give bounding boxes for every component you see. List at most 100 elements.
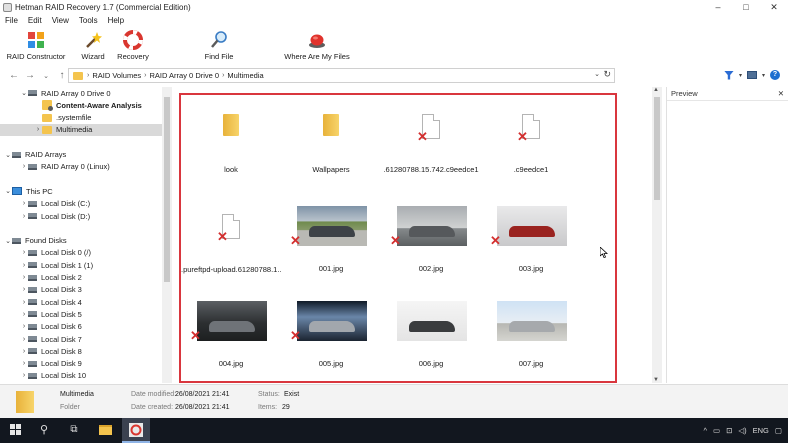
scroll-down-icon[interactable]: ▼ (653, 377, 659, 383)
image-thumbnail (197, 301, 267, 341)
refresh-icon[interactable]: ↻ (603, 69, 611, 80)
path-field[interactable]: › RAID Volumes › RAID Array 0 Drive 0 › … (68, 68, 615, 83)
chevron-right-icon[interactable]: › (20, 262, 28, 269)
tree-item[interactable]: › Local Disk 2 (0, 272, 162, 284)
history-dropdown-icon[interactable]: ⌄ (38, 72, 54, 80)
close-icon[interactable]: ✕ (778, 89, 784, 98)
menu-tools[interactable]: Tools (74, 16, 103, 25)
menu-file[interactable]: File (0, 16, 23, 25)
tree-item[interactable]: › Multimedia (0, 123, 162, 136)
file-explorer-icon[interactable] (97, 422, 113, 438)
close-button[interactable]: ✕ (760, 0, 788, 14)
find-file-button[interactable]: Find File (199, 27, 239, 64)
scroll-up-icon[interactable]: ▲ (653, 87, 659, 93)
view-mode-icon[interactable] (746, 71, 757, 79)
breadcrumb-raid-volumes[interactable]: RAID Volumes (89, 71, 144, 80)
tree-item[interactable]: › Local Disk 9 (0, 358, 162, 370)
maximize-button[interactable]: □ (732, 0, 760, 14)
chevron-right-icon[interactable]: › (20, 299, 28, 306)
where-are-my-files-button[interactable]: Where Are My Files (282, 27, 352, 64)
file-item[interactable]: Wallpapers (286, 102, 376, 182)
language-indicator[interactable]: ENG (753, 426, 769, 435)
chevron-right-icon[interactable]: › (20, 372, 28, 379)
chevron-right-icon[interactable]: › (20, 249, 28, 256)
task-view-icon[interactable]: ⧉ (66, 422, 82, 438)
menu-edit[interactable]: Edit (23, 16, 47, 25)
chevron-right-icon[interactable]: › (20, 286, 28, 293)
file-grid-scrollbar[interactable]: ▲ ▼ (652, 87, 662, 383)
chevron-down-icon[interactable]: ⌄ (20, 89, 28, 97)
file-item[interactable]: 006.jpg (386, 297, 476, 377)
chevron-right-icon[interactable]: › (20, 163, 28, 170)
tree-item[interactable]: ⌄ Found Disks (0, 235, 162, 247)
tree-item[interactable]: ⌄ This PC (0, 185, 162, 197)
breadcrumb-multimedia[interactable]: Multimedia (224, 71, 266, 80)
chevron-right-icon[interactable]: › (20, 274, 28, 281)
menu-help[interactable]: Help (103, 16, 129, 25)
file-item[interactable]: ✕ 002.jpg (386, 202, 476, 282)
breadcrumb-drive[interactable]: RAID Array 0 Drive 0 (146, 71, 222, 80)
file-item[interactable]: ✕ 003.jpg (486, 202, 576, 282)
notification-icon[interactable]: ▢ (775, 426, 782, 435)
tree-item[interactable]: Content-Aware Analysis (0, 99, 162, 112)
chevron-right-icon[interactable]: › (20, 311, 28, 318)
filter-icon[interactable] (723, 70, 734, 80)
tree-item[interactable]: › Local Disk 4 (0, 296, 162, 308)
tree-item[interactable]: › Local Disk (D:) (0, 210, 162, 222)
tree-item[interactable]: › RAID Array 0 (Linux) (0, 161, 162, 173)
file-item[interactable]: ✕ 005.jpg (286, 297, 376, 377)
chevron-right-icon[interactable]: › (20, 336, 28, 343)
minimize-button[interactable]: – (704, 0, 732, 14)
raid-recovery-taskbar-button[interactable] (122, 418, 150, 443)
file-item[interactable]: ✕ 001.jpg (286, 202, 376, 282)
network-icon[interactable]: ⊡ (726, 426, 732, 435)
chevron-down-icon[interactable]: ⌄ (4, 237, 12, 245)
chevron-down-icon[interactable]: ▾ (762, 72, 765, 79)
tree-item[interactable]: › Local Disk 8 (0, 345, 162, 357)
tree-item[interactable]: ⌄ RAID Array 0 Drive 0 (0, 87, 162, 99)
speaker-icon[interactable]: ◁) (738, 426, 746, 435)
chevron-right-icon[interactable]: › (20, 213, 28, 220)
tree-item[interactable]: › Local Disk 0 (/) (0, 247, 162, 259)
chevron-right-icon[interactable]: › (34, 126, 42, 133)
file-item[interactable]: ✕ .pureftpd-upload.61280788.1... (181, 202, 281, 282)
chevron-down-icon[interactable]: ▾ (739, 72, 742, 79)
windows-start-icon[interactable] (10, 424, 22, 436)
menu-view[interactable]: View (47, 16, 74, 25)
forward-arrow-icon[interactable]: → (22, 70, 38, 81)
tree-item[interactable]: › Local Disk 1 (1) (0, 259, 162, 271)
chevron-down-icon[interactable]: ⌄ (4, 151, 12, 159)
chevron-down-icon[interactable]: ⌄ (594, 70, 600, 78)
chevron-right-icon[interactable]: › (20, 200, 28, 207)
wizard-button[interactable]: Wizard (78, 27, 108, 64)
tree-scroll-thumb[interactable] (164, 97, 170, 282)
tree-scrollbar[interactable] (162, 87, 172, 383)
file-item[interactable]: 007.jpg (486, 297, 576, 377)
file-grid-scroll-thumb[interactable] (654, 97, 660, 200)
toolbar: RAID Constructor Wizard Recovery Find Fi… (0, 27, 788, 64)
file-item[interactable]: ✕ .c9eedce1 (486, 102, 576, 182)
file-item[interactable]: ✕ .61280788.15.742.c9eedce1 (383, 102, 479, 182)
file-item[interactable]: ✕ 004.jpg (186, 297, 276, 377)
chevron-down-icon[interactable]: ⌄ (4, 187, 12, 195)
chevron-right-icon[interactable]: › (20, 360, 28, 367)
recovery-button[interactable]: Recovery (116, 27, 150, 64)
file-item[interactable]: look (186, 102, 276, 182)
tree-item[interactable]: › Local Disk (C:) (0, 198, 162, 210)
tree-item[interactable]: › Local Disk 10 (0, 370, 162, 382)
help-icon[interactable]: ? (770, 70, 780, 80)
tree-item[interactable]: ⌄ RAID Arrays (0, 149, 162, 161)
back-arrow-icon[interactable]: ← (6, 70, 22, 81)
monitor-icon[interactable]: ▭ (713, 426, 720, 435)
chevron-right-icon[interactable]: › (20, 348, 28, 355)
tree-item[interactable]: › Local Disk 6 (0, 321, 162, 333)
tree-item[interactable]: .systemfile (0, 112, 162, 124)
chevron-right-icon[interactable]: › (20, 323, 28, 330)
raid-constructor-button[interactable]: RAID Constructor (0, 27, 72, 64)
chevron-up-icon[interactable]: ^ (703, 426, 707, 435)
search-icon[interactable]: ⚲ (36, 422, 52, 438)
file-name: 006.jpg (418, 359, 444, 368)
tree-item[interactable]: › Local Disk 3 (0, 284, 162, 296)
tree-item[interactable]: › Local Disk 7 (0, 333, 162, 345)
tree-item[interactable]: › Local Disk 5 (0, 308, 162, 320)
